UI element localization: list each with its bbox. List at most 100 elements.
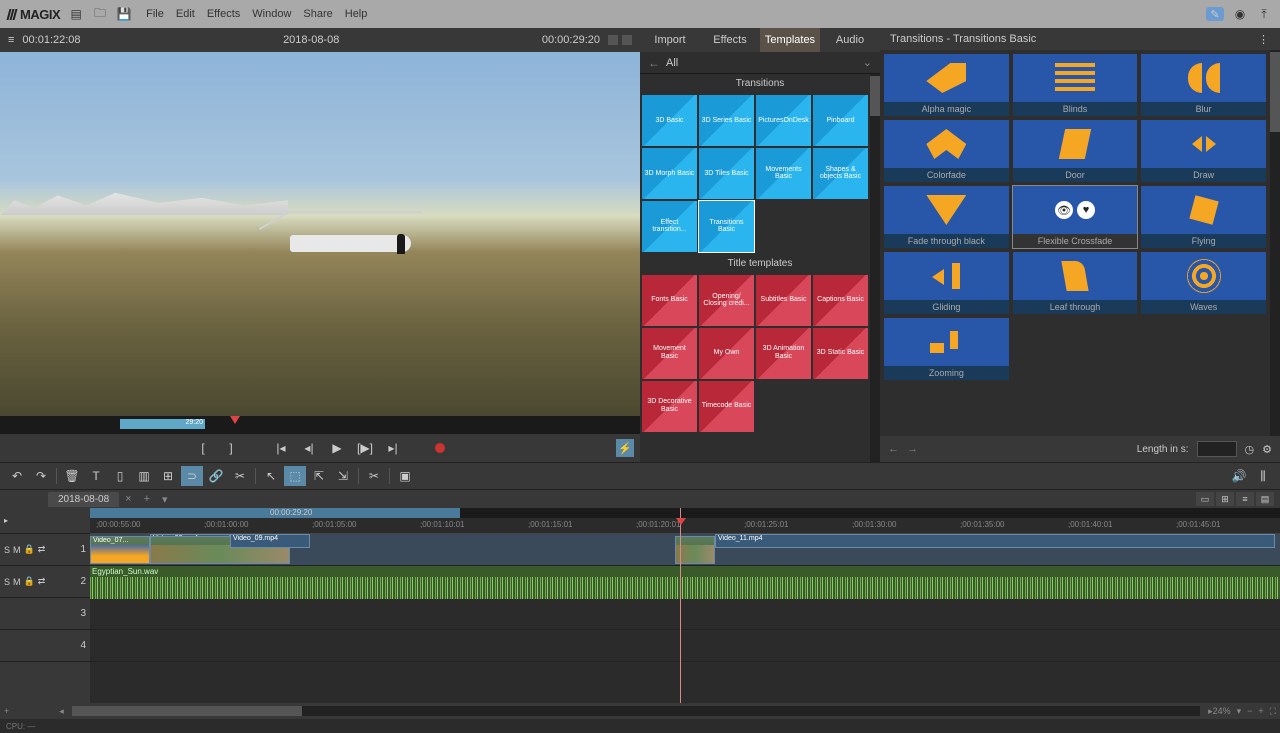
- gallery-scrollbar[interactable]: [1270, 50, 1280, 436]
- template-tile-title[interactable]: Captions Basic: [813, 275, 868, 326]
- view-mode-1[interactable]: ▭: [1196, 492, 1214, 506]
- tab-close-icon[interactable]: ×: [119, 491, 137, 507]
- menu-effects[interactable]: Effects: [207, 8, 240, 20]
- prev-frame-button[interactable]: ◂|: [301, 441, 317, 455]
- preview-eye-icon[interactable]: 👁: [1055, 201, 1073, 219]
- menu-file[interactable]: File: [146, 8, 164, 20]
- preview-scrubber[interactable]: 29:20: [0, 416, 640, 434]
- group-button[interactable]: ⊞: [157, 466, 179, 486]
- clip-audio[interactable]: Egyptian_Sun.wav: [90, 566, 1280, 598]
- template-tile-title[interactable]: My Own: [699, 328, 754, 379]
- view-mode-3[interactable]: ≡: [1236, 492, 1254, 506]
- template-tile-title[interactable]: Subtitles Basic: [756, 275, 811, 326]
- template-tile-transition[interactable]: 3D Basic: [642, 95, 697, 146]
- menu-window[interactable]: Window: [252, 8, 291, 20]
- settings-gear-icon[interactable]: ⚙: [1262, 443, 1272, 456]
- play-button[interactable]: ▶: [329, 441, 345, 455]
- tracks-area[interactable]: 00:00:29:20 ;00:00:55:00;00:01:00:00;00:…: [90, 508, 1280, 703]
- gallery-item[interactable]: Zooming: [884, 318, 1009, 380]
- cut-button[interactable]: ▯: [109, 466, 131, 486]
- mixer-icon[interactable]: ⫼: [1252, 466, 1274, 486]
- template-tile-transition[interactable]: Pinboard: [813, 95, 868, 146]
- menu-share[interactable]: Share: [303, 8, 332, 20]
- scissors-tool[interactable]: ✂: [363, 466, 385, 486]
- undo-button[interactable]: ↶: [6, 466, 28, 486]
- template-tile-transition[interactable]: Movements Basic: [756, 148, 811, 199]
- template-tile-transition[interactable]: 3D Morph Basic: [642, 148, 697, 199]
- gallery-item[interactable]: Waves: [1141, 252, 1266, 314]
- filter-dropdown[interactable]: ← All ⌄: [640, 52, 880, 74]
- scroll-left-icon[interactable]: ◂: [59, 706, 64, 717]
- gallery-menu-icon[interactable]: ⋮: [1258, 33, 1270, 46]
- template-tile-transition[interactable]: 3D Series Basic: [699, 95, 754, 146]
- mark-out-button[interactable]: ]: [223, 441, 239, 455]
- export-icon[interactable]: ⤒: [1256, 6, 1272, 22]
- track-1[interactable]: Video_07... Video_08.mp4 Video_09.mp4 Vi…: [90, 534, 1280, 566]
- track-header-4[interactable]: 4: [0, 630, 90, 662]
- timeline-tab[interactable]: 2018-08-08: [48, 492, 119, 507]
- template-tile-transition[interactable]: PicturesOnDesk: [756, 95, 811, 146]
- unlink-button[interactable]: ✂: [229, 466, 251, 486]
- clip-video-11[interactable]: Video_11.mp4: [715, 534, 1275, 548]
- preview-opt1-icon[interactable]: [608, 35, 618, 45]
- ripple-button[interactable]: ⊃: [181, 466, 203, 486]
- template-tile-title[interactable]: 3D Static Basic: [813, 328, 868, 379]
- menu-edit[interactable]: Edit: [176, 8, 195, 20]
- zoom-in-icon[interactable]: +: [1258, 706, 1263, 716]
- tab-add-icon[interactable]: +: [138, 491, 156, 507]
- menu-help[interactable]: Help: [345, 8, 368, 20]
- clock-icon[interactable]: ◷: [1245, 443, 1255, 456]
- gallery-item[interactable]: Draw: [1141, 120, 1266, 182]
- view-mode-2[interactable]: ⊞: [1216, 492, 1234, 506]
- record-disc-icon[interactable]: ◉: [1232, 6, 1248, 22]
- play-range-button[interactable]: [▶]: [357, 441, 373, 455]
- add-track-icon[interactable]: +: [4, 706, 9, 716]
- split-button[interactable]: ▥: [133, 466, 155, 486]
- mark-in-button[interactable]: [: [195, 441, 211, 455]
- new-file-icon[interactable]: ▤: [68, 6, 84, 22]
- track-2[interactable]: Egyptian_Sun.wav: [90, 566, 1280, 598]
- tool-4[interactable]: ⇲: [332, 466, 354, 486]
- template-tile-transition[interactable]: Effect transition...: [642, 201, 697, 252]
- nav-back-icon[interactable]: ←: [888, 443, 899, 455]
- open-folder-icon[interactable]: 🗀: [92, 6, 108, 22]
- redo-button[interactable]: ↷: [30, 466, 52, 486]
- back-icon[interactable]: ←: [648, 56, 660, 70]
- tool-3[interactable]: ⇱: [308, 466, 330, 486]
- track-header-1[interactable]: SM🔒⇄ 1: [0, 534, 90, 566]
- template-tile-transition[interactable]: 3D Tiles Basic: [699, 148, 754, 199]
- view-mode-4[interactable]: ▤: [1256, 492, 1274, 506]
- tab-dropdown-icon[interactable]: ▾: [156, 491, 174, 508]
- playhead[interactable]: [680, 508, 681, 703]
- template-tile-title[interactable]: Movement Basic: [642, 328, 697, 379]
- tab-templates[interactable]: Templates: [760, 28, 820, 52]
- track-3[interactable]: [90, 598, 1280, 630]
- template-tile-title[interactable]: Fonts Basic: [642, 275, 697, 326]
- tab-effects[interactable]: Effects: [700, 28, 760, 52]
- gallery-item[interactable]: Fade through black: [884, 186, 1009, 248]
- track-4[interactable]: [90, 630, 1280, 662]
- store-icon[interactable]: ✎: [1206, 7, 1224, 21]
- save-icon[interactable]: 💾: [116, 6, 132, 22]
- zoom-out-icon[interactable]: −: [1247, 706, 1252, 716]
- gallery-item[interactable]: Alpha magic: [884, 54, 1009, 116]
- goto-end-button[interactable]: ▸|: [385, 441, 401, 455]
- delete-button[interactable]: 🗑: [61, 466, 83, 486]
- text-button[interactable]: T: [85, 466, 107, 486]
- track-header-3[interactable]: 3: [0, 598, 90, 630]
- overview-bar[interactable]: 00:00:29:20: [90, 508, 1280, 518]
- gallery-item[interactable]: Flying: [1141, 186, 1266, 248]
- volume-icon[interactable]: 🔊: [1228, 466, 1250, 486]
- length-input[interactable]: [1197, 441, 1237, 457]
- select-tool[interactable]: ⬚: [284, 466, 306, 486]
- gallery-item[interactable]: Leaf through: [1013, 252, 1138, 314]
- templates-scrollbar[interactable]: [870, 74, 880, 462]
- preview-viewport[interactable]: [0, 52, 640, 416]
- link-button[interactable]: 🔗: [205, 466, 227, 486]
- track-header-2[interactable]: SM🔒⇄ 2: [0, 566, 90, 598]
- favorite-heart-icon[interactable]: ♥: [1077, 201, 1095, 219]
- clip-video-07[interactable]: Video_07...: [90, 536, 150, 564]
- template-tile-title[interactable]: 3D Animation Basic: [756, 328, 811, 379]
- tab-import[interactable]: Import: [640, 28, 700, 52]
- gallery-item[interactable]: 👁♥Flexible Crossfade: [1013, 186, 1138, 248]
